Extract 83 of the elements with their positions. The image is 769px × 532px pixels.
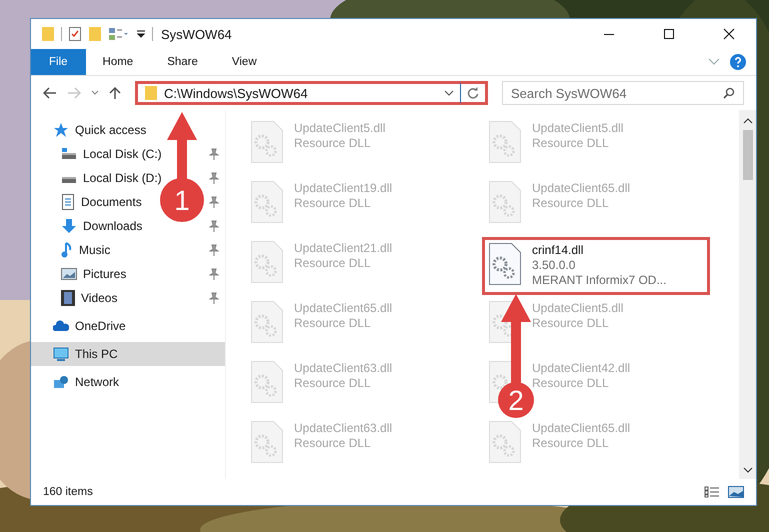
file-detail: Resource DLL — [294, 376, 372, 391]
nav-item[interactable]: Local Disk (D:) — [61, 167, 162, 189]
help-icon[interactable] — [730, 54, 746, 70]
file-detail: Resource DLL — [294, 316, 372, 331]
step-number-badge: 2 — [498, 382, 534, 418]
address-bar[interactable]: C:\Windows\SysWOW64 — [135, 81, 488, 105]
dropdown-icon[interactable] — [444, 90, 454, 96]
gear-file-icon — [488, 242, 522, 286]
search-icon — [723, 87, 735, 99]
file-detail: MERANT Informix7 OD... — [532, 273, 666, 288]
maximize-icon[interactable] — [662, 27, 676, 41]
monitor-icon — [53, 346, 69, 362]
nav-item[interactable]: Pictures — [61, 263, 126, 285]
pin-icon[interactable] — [209, 148, 219, 160]
document-icon — [61, 194, 75, 210]
file-detail: Resource DLL — [294, 196, 372, 211]
gear-file-icon — [250, 180, 284, 224]
address-path: C:\Windows\SysWOW64 — [164, 86, 309, 100]
gear-file-icon — [488, 180, 522, 224]
scroll-down-icon[interactable] — [742, 467, 752, 473]
file-detail: Resource DLL — [532, 376, 610, 391]
pin-icon[interactable] — [209, 268, 219, 280]
pin-icon[interactable] — [209, 172, 219, 184]
item-count: 160 items — [43, 486, 93, 498]
gear-file-icon — [250, 120, 284, 164]
nav-item[interactable]: Videos — [61, 287, 118, 309]
nav-item[interactable]: This PC — [53, 343, 118, 365]
ribbon-tab[interactable]: Share — [150, 49, 215, 75]
nav-item[interactable]: Local Disk (C:) — [61, 143, 162, 165]
gear-file-icon — [250, 240, 284, 284]
file-menu-button[interactable]: File — [31, 49, 86, 75]
file-detail: Resource DLL — [532, 436, 610, 451]
folder-icon — [144, 85, 158, 101]
file-detail: 3.50.0.0 — [532, 258, 576, 273]
large-icons-view-icon[interactable] — [728, 486, 744, 498]
file-detail: Resource DLL — [294, 136, 372, 151]
close-icon[interactable] — [722, 27, 736, 41]
film-icon — [61, 290, 75, 306]
pin-icon[interactable] — [209, 220, 219, 232]
back-icon[interactable] — [43, 87, 57, 99]
customize-icon[interactable] — [136, 28, 146, 40]
file-detail: Resource DLL — [294, 436, 372, 451]
recent-icon[interactable] — [91, 90, 99, 96]
step-number-badge: 1 — [160, 178, 204, 222]
gear-file-icon — [488, 120, 522, 164]
nav-item[interactable]: Downloads — [61, 215, 142, 237]
gear-file-icon — [250, 360, 284, 404]
search-field[interactable]: Search SysWOW64 — [502, 81, 744, 105]
download-icon — [61, 218, 77, 234]
scroll-up-icon[interactable] — [742, 118, 752, 124]
pin-icon[interactable] — [209, 292, 219, 304]
nav-item[interactable]: Documents — [61, 191, 142, 213]
scrollbar-thumb[interactable] — [742, 130, 752, 180]
drive-icon — [61, 148, 77, 160]
ribbon-tab[interactable]: View — [214, 49, 274, 75]
properties-icon[interactable] — [68, 26, 82, 42]
gear-file-icon — [250, 300, 284, 344]
window-title: SysWOW64 — [161, 26, 232, 42]
nav-item[interactable]: Quick access — [53, 119, 146, 141]
nav-item[interactable]: Network — [53, 371, 120, 393]
gear-file-icon — [250, 420, 284, 464]
pin-icon[interactable] — [209, 196, 219, 208]
file-detail: Resource DLL — [294, 256, 372, 271]
expand-ribbon-icon[interactable] — [708, 58, 720, 66]
details-view-icon[interactable] — [704, 486, 720, 498]
nav-item[interactable]: OneDrive — [53, 315, 126, 337]
file-detail: Resource DLL — [532, 196, 610, 211]
nav-item[interactable]: Music — [61, 239, 110, 261]
pin-icon[interactable] — [209, 244, 219, 256]
file-detail: Resource DLL — [532, 136, 610, 151]
cloud-icon — [53, 320, 69, 332]
refresh-icon[interactable] — [467, 87, 479, 99]
star-icon — [53, 122, 69, 138]
scrollbar[interactable] — [739, 110, 756, 479]
network-icon — [53, 374, 69, 390]
pictures-icon — [61, 268, 77, 280]
gear-file-icon — [488, 420, 522, 464]
file-detail: Resource DLL — [532, 316, 610, 331]
file-name[interactable]: crinf14.dll — [532, 243, 666, 258]
view-icon[interactable] — [108, 27, 130, 41]
music-note-icon — [61, 242, 73, 258]
ribbon-tab[interactable]: Home — [86, 49, 150, 75]
up-icon[interactable] — [109, 86, 121, 100]
